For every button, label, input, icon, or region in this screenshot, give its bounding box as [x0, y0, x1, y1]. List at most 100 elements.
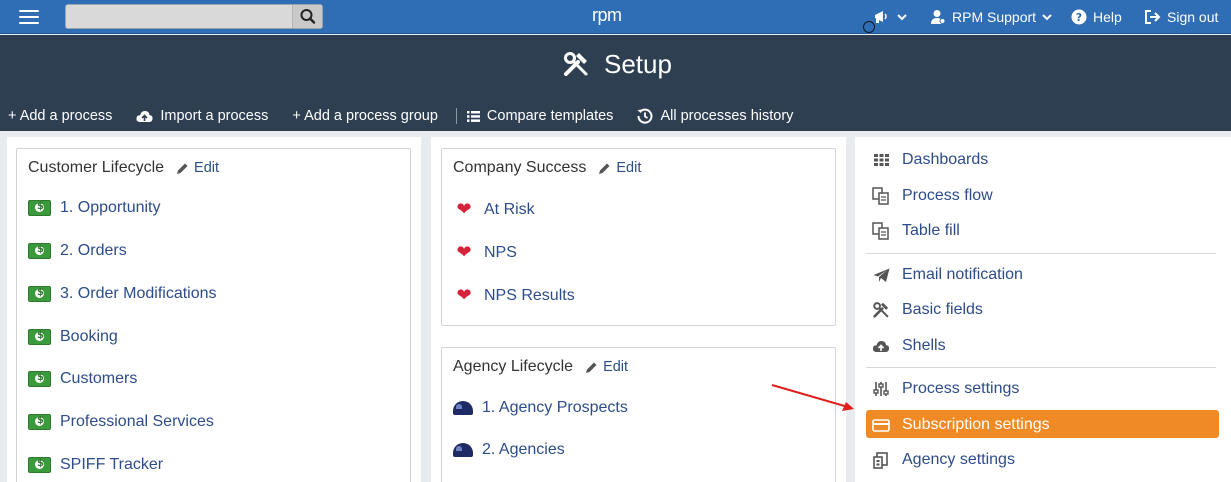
menu-label: Email notification — [902, 266, 1023, 283]
add-process-group-button[interactable]: + Add a process group — [292, 108, 438, 124]
edit-group-button[interactable]: Edit — [585, 359, 628, 375]
add-process-label: + Add a process — [8, 108, 113, 124]
agency-icon — [872, 451, 890, 469]
process-item[interactable]: $ Professional Services — [28, 413, 214, 431]
pencil-icon — [599, 163, 610, 174]
help-label: Help — [1093, 9, 1122, 25]
menu-item-subscription-settings[interactable]: Subscription settings — [872, 416, 1050, 434]
menu-item-dashboards[interactable]: Dashboards — [872, 151, 988, 169]
menu-label: Shells — [902, 337, 946, 354]
menu-item-process-settings[interactable]: Process settings — [872, 380, 1019, 398]
table-fill-icon — [872, 222, 890, 240]
announcements-button[interactable] — [873, 9, 907, 25]
process-item[interactable]: ❤ NPS Results — [453, 285, 575, 306]
process-item[interactable]: ❤ At Risk — [453, 199, 535, 220]
group-title-text: Agency Lifecycle — [453, 358, 574, 375]
menu-divider — [866, 253, 1216, 254]
sign-out-link[interactable]: Sign out — [1144, 9, 1218, 25]
money-icon: $ — [28, 200, 51, 216]
process-item[interactable]: $ Booking — [28, 328, 118, 346]
user-name: RPM Support — [952, 9, 1037, 25]
pencil-icon — [586, 362, 597, 373]
menu-item-agency-settings[interactable]: Agency settings — [872, 451, 1015, 469]
edit-group-button[interactable]: Edit — [598, 160, 641, 176]
sign-out-icon — [1145, 10, 1161, 24]
add-process-button[interactable]: + Add a process — [8, 108, 112, 124]
menu-label: Dashboards — [902, 151, 989, 168]
menu-item-basic-fields[interactable]: Basic fields — [872, 301, 983, 319]
group-title: Company Success Edit — [453, 159, 641, 177]
process-label: NPS — [484, 243, 517, 261]
rpm-logo[interactable]: rpm — [592, 5, 622, 26]
search-button[interactable] — [292, 5, 322, 28]
tools-icon — [872, 301, 890, 319]
money-icon: $ — [28, 457, 51, 473]
cursor-marker — [863, 21, 875, 33]
page-title-text: Setup — [604, 49, 672, 79]
toolbar-divider — [455, 108, 457, 124]
process-label: Professional Services — [60, 413, 214, 430]
menu-label: Basic fields — [902, 301, 983, 318]
menu-item-email-notification[interactable]: Email notification — [872, 266, 1023, 284]
chevron-down-icon — [1042, 14, 1052, 21]
paper-plane-icon — [872, 266, 890, 284]
process-label: 3. Order Modifications — [60, 285, 217, 302]
import-process-button[interactable]: Import a process — [136, 108, 268, 124]
process-group-customer-lifecycle: Customer Lifecycle Edit $1. Opportunity … — [16, 148, 411, 482]
menu-item-process-flow[interactable]: Process flow — [872, 187, 993, 205]
process-group-agency-lifecycle: Agency Lifecycle Edit 1. Agency Prospect… — [441, 347, 836, 482]
group-title: Customer Lifecycle Edit — [28, 159, 219, 177]
user-menu[interactable]: RPM Support — [930, 9, 1052, 25]
sign-out-label: Sign out — [1167, 9, 1219, 25]
tools-icon — [564, 51, 588, 76]
process-label: At Risk — [484, 200, 535, 218]
process-item[interactable]: ❤ NPS — [453, 242, 517, 263]
flow-icon — [872, 187, 890, 205]
history-icon — [637, 108, 653, 124]
menu-label: Table fill — [902, 222, 960, 239]
process-item[interactable]: $3. Order Modifications — [28, 285, 217, 303]
heart-icon: ❤ — [456, 199, 472, 220]
import-process-label: Import a process — [160, 108, 269, 124]
process-label: 1. Opportunity — [60, 199, 161, 216]
process-item[interactable]: $1. Opportunity — [28, 199, 161, 217]
process-item[interactable]: $ SPIFF Tracker — [28, 456, 163, 474]
setup-toolbar: + Add a process Import a process + Add a… — [0, 104, 809, 128]
process-label: Booking — [60, 328, 118, 345]
money-icon: $ — [28, 243, 51, 259]
menu-label: Process flow — [902, 187, 993, 204]
svg-text:?: ? — [1076, 11, 1082, 24]
menu-item-shells[interactable]: Shells — [872, 337, 946, 355]
megaphone-icon — [875, 11, 887, 23]
process-item[interactable]: 1. Agency Prospects — [453, 399, 628, 417]
search-input[interactable] — [65, 4, 323, 29]
heart-icon: ❤ — [456, 285, 472, 306]
hamburger-menu-icon[interactable] — [19, 10, 39, 25]
question-circle-icon: ? — [1071, 9, 1087, 25]
edit-label: Edit — [603, 359, 629, 375]
process-label: 2. Agencies — [482, 441, 565, 458]
user-icon — [931, 10, 946, 24]
annotation-arrow — [771, 384, 854, 411]
group-title-text: Customer Lifecycle — [28, 159, 165, 176]
process-label: NPS Results — [484, 286, 575, 304]
money-icon: $ — [28, 414, 51, 430]
process-item[interactable]: $2. Orders — [28, 242, 127, 260]
menu-item-table-fill[interactable]: Table fill — [872, 222, 960, 240]
process-item[interactable]: $ Customers — [28, 370, 137, 388]
pencil-icon — [177, 163, 188, 174]
credit-card-icon — [872, 416, 890, 434]
history-button[interactable]: All processes history — [637, 108, 793, 124]
process-group-company-success: Company Success Edit ❤ At Risk ❤ NPS ❤ NPS … — [441, 148, 836, 326]
history-label: All processes history — [660, 108, 794, 124]
help-link[interactable]: ? Help — [1071, 9, 1122, 25]
cloud-upload-icon — [136, 110, 153, 122]
edit-group-button[interactable]: Edit — [176, 160, 219, 176]
compare-templates-button[interactable]: Compare templates — [466, 108, 613, 124]
money-icon: $ — [28, 286, 51, 302]
process-label: SPIFF Tracker — [60, 456, 164, 473]
process-label: 2. Orders — [60, 242, 127, 259]
process-item[interactable]: 2. Agencies — [453, 441, 565, 459]
menu-label: Agency settings — [902, 451, 1015, 468]
heart-icon: ❤ — [456, 242, 472, 263]
